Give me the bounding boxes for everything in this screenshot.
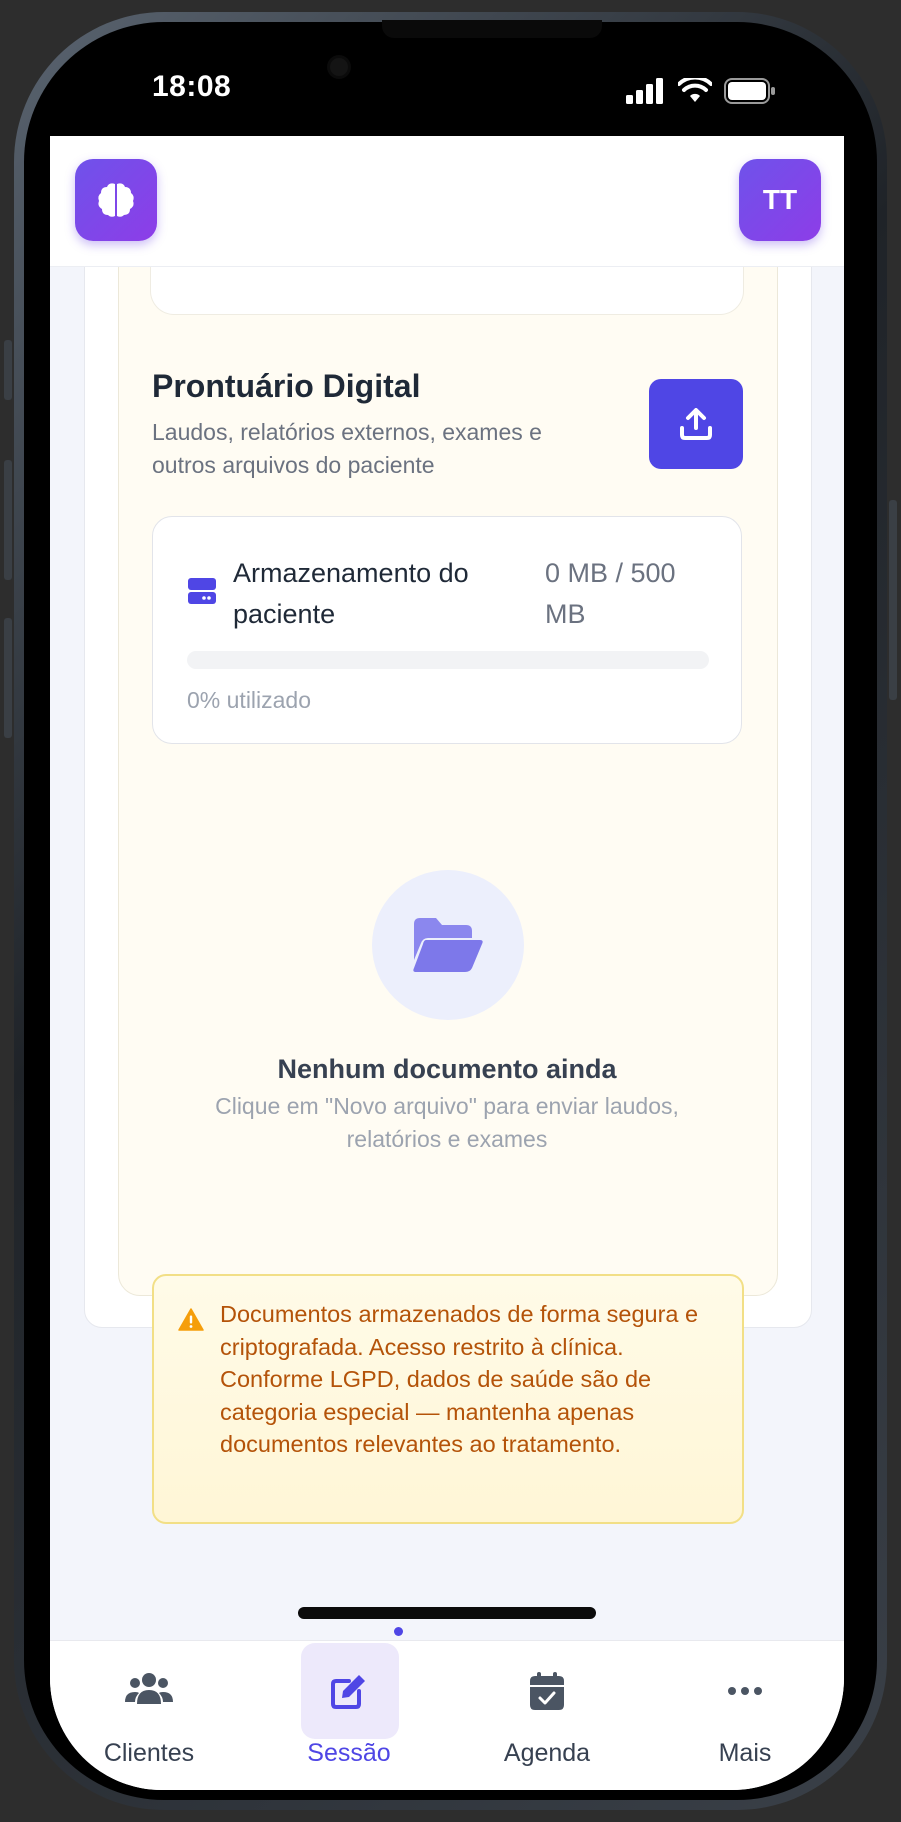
- phone-side-button: [4, 340, 12, 400]
- brain-icon: [98, 183, 134, 217]
- empty-state-circle: [372, 870, 524, 1020]
- lgpd-warning-box: Documentos armazenados de forma segura e…: [152, 1274, 744, 1524]
- wifi-icon: [678, 78, 712, 102]
- home-indicator: [298, 1607, 596, 1619]
- nav-label: Mais: [718, 1739, 772, 1767]
- nav-item-sessao[interactable]: Sessão: [250, 1641, 448, 1790]
- storage-progress-bar: [187, 651, 709, 669]
- edit-icon: [331, 1675, 365, 1709]
- status-icons: [626, 76, 776, 106]
- nav-active-dot: [394, 1627, 403, 1636]
- empty-state-description: Clique em "Novo arquivo" para enviar lau…: [215, 1093, 679, 1152]
- front-camera: [330, 58, 348, 76]
- more-dots-icon: [728, 1687, 762, 1695]
- empty-state-title: Nenhum documento ainda: [277, 1054, 617, 1084]
- battery-icon: [724, 78, 775, 104]
- nav-label: Agenda: [503, 1739, 591, 1767]
- users-icon: [125, 1673, 173, 1704]
- app-logo-button[interactable]: [75, 159, 157, 241]
- warning-triangle-icon: [178, 1308, 204, 1331]
- storage-label: Armazenamento do paciente: [233, 558, 469, 629]
- phone-side-button: [4, 618, 12, 738]
- phone-side-button: [889, 500, 897, 700]
- nav-item-agenda[interactable]: Agenda: [448, 1641, 646, 1790]
- nav-label: Clientes: [103, 1739, 195, 1767]
- warning-text: Documentos armazenados de forma segura e…: [220, 1301, 699, 1457]
- storage-card: Armazenamento do paciente 0 MB / 500 MB …: [152, 516, 742, 744]
- hard-drive-icon: [188, 578, 216, 604]
- status-time: 18:08: [152, 70, 232, 103]
- calendar-check-icon: [530, 1672, 564, 1710]
- app-header: TT: [50, 136, 844, 267]
- bottom-nav: Clientes Sessão Agenda Mais: [50, 1640, 844, 1790]
- storage-usage-text: 0% utilizado: [187, 687, 312, 713]
- signal-icon: [626, 78, 663, 104]
- folder-open-icon: [413, 918, 483, 972]
- nav-item-clientes[interactable]: Clientes: [50, 1641, 248, 1790]
- speaker-notch: [382, 20, 602, 38]
- storage-value: 0 MB / 500 MB: [545, 558, 676, 629]
- upload-icon: [680, 408, 712, 440]
- section-description: Laudos, relatórios externos, exames e ou…: [152, 419, 542, 478]
- user-avatar[interactable]: TT: [739, 159, 821, 241]
- phone-side-button: [4, 460, 12, 580]
- section-title: Prontuário Digital: [152, 368, 421, 404]
- upload-file-button[interactable]: [649, 379, 743, 469]
- nav-label: Sessão: [307, 1739, 391, 1767]
- app-screen: Prontuário Digital Laudos, relatórios ex…: [50, 136, 844, 1790]
- nav-item-mais[interactable]: Mais: [646, 1641, 844, 1790]
